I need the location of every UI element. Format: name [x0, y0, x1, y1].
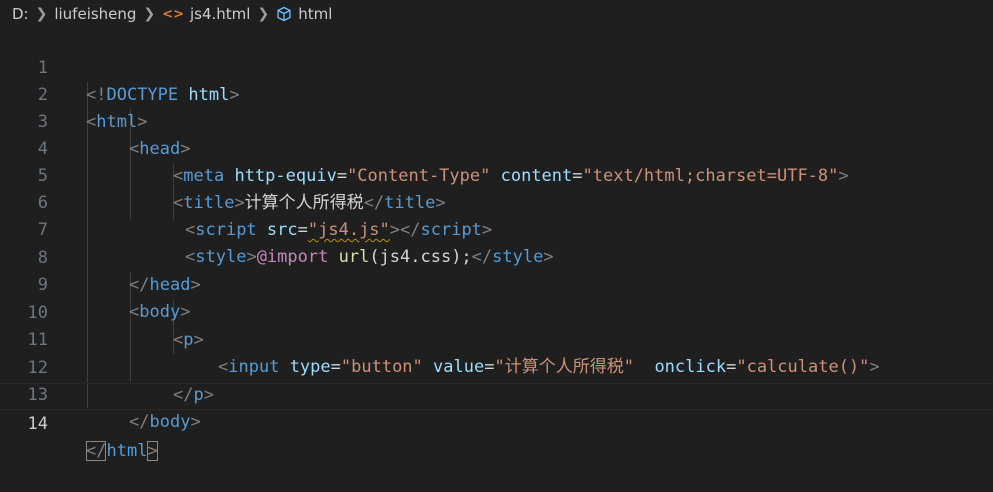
code-line-14[interactable]: 14 </html>	[0, 383, 993, 461]
code-line-5[interactable]: 5 <title>计算个人所得税</title>	[0, 136, 993, 213]
token: >	[190, 412, 201, 432]
breadcrumb-folder[interactable]: liufeisheng	[54, 5, 136, 23]
html-file-icon: <>	[162, 6, 184, 22]
code-line-3[interactable]: 3 <head>	[0, 82, 993, 159]
breadcrumb-symbol[interactable]: html	[298, 5, 332, 23]
code-line-1[interactable]: 1 <!DOCTYPE html>	[0, 28, 993, 105]
code-line-4[interactable]: 4 <meta http-equiv="Content-Type" conten…	[0, 109, 993, 186]
code-line-6[interactable]: 6 <script src="js4.js"></script>	[0, 163, 993, 240]
code-line-10[interactable]: 10 <p>	[0, 273, 993, 350]
chevron-right-icon: ❯	[257, 6, 270, 22]
chevron-right-icon: ❯	[35, 6, 48, 22]
token: </	[86, 441, 107, 461]
token: body	[149, 412, 191, 432]
code-line-8[interactable]: 8 </head>	[0, 218, 993, 295]
code-line-13[interactable]: 13 </body>	[0, 355, 993, 432]
token: </	[129, 412, 150, 432]
code-line-7[interactable]: 7 <style>@import url(js4.css);</style>	[0, 190, 993, 267]
chevron-right-icon: ❯	[143, 6, 156, 22]
code-line-2[interactable]: 2 <html>	[0, 55, 993, 132]
code-line-9[interactable]: 9 <body>	[0, 245, 993, 322]
breadcrumb-drive[interactable]: D:	[12, 5, 29, 23]
code-line-11[interactable]: 11 <input type="button" value="计算个人所得税" …	[0, 300, 993, 377]
line-number: 14	[27, 414, 48, 434]
code-line-12[interactable]: 12 </p>	[0, 328, 993, 405]
breadcrumb: D: ❯ liufeisheng ❯ <> js4.html ❯ html	[0, 0, 993, 28]
code-editor[interactable]: 1 <!DOCTYPE html> 2 <html> 3 <head> 4 <m…	[0, 28, 993, 461]
symbol-class-icon	[277, 6, 291, 22]
token: html	[106, 441, 148, 461]
token: >	[147, 441, 158, 461]
breadcrumb-file[interactable]: js4.html	[190, 5, 250, 23]
